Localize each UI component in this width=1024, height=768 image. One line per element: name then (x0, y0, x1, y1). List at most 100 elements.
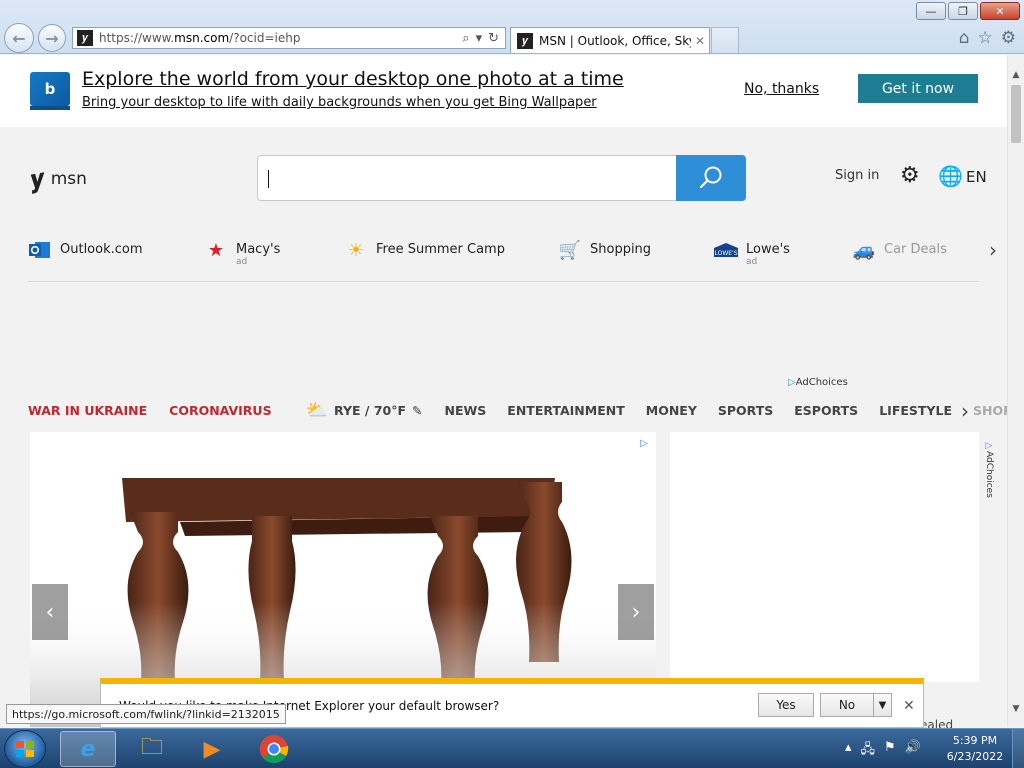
windows-logo-icon (16, 741, 34, 757)
promo-title-link[interactable]: Explore the world from your desktop one … (82, 68, 624, 90)
search-input[interactable] (257, 155, 677, 201)
msn-logo[interactable]: 𝒚 msn (28, 164, 87, 194)
edit-pencil-icon[interactable]: ✎ (412, 403, 422, 418)
carousel-prev-button[interactable]: ‹ (32, 584, 68, 640)
no-thanks-link[interactable]: No, thanks (744, 81, 819, 97)
refresh-icon[interactable]: ↻ (488, 31, 499, 46)
new-tab-button[interactable] (711, 27, 739, 53)
weather-text: RYE / 70°F (334, 402, 407, 418)
address-text[interactable]: https://www.msn.com/?ocid=iehp (99, 31, 462, 45)
quicklink-lowes[interactable]: LOWE'S Lowe's ad (714, 238, 790, 267)
forward-arrow-icon: → (45, 28, 59, 48)
nav-news[interactable]: NEWS (445, 403, 487, 418)
taskbar-media-player[interactable]: ▶ (184, 731, 240, 767)
quicklinks-bar: Outlook.com ★ Macy's ad ☀ Free Summer Cam… (28, 238, 997, 282)
globe-icon[interactable]: 🌐 (938, 164, 963, 188)
nav-entertainment[interactable]: ENTERTAINMENT (507, 403, 624, 418)
forward-button[interactable]: → (38, 24, 66, 52)
back-button[interactable]: ← (4, 23, 34, 53)
nav-lifestyle[interactable]: LIFESTYLE (879, 403, 952, 418)
shopping-cart-icon: 🛒 (558, 239, 582, 261)
quicklink-shopping[interactable]: 🛒 Shopping (558, 238, 651, 262)
browser-chrome: — ❐ ✕ ← → 𝒚 https://www.msn.com/?ocid=ie… (0, 0, 1024, 54)
window-controls: — ❐ ✕ (916, 2, 1020, 20)
network-icon[interactable]: 🖧 (861, 740, 876, 762)
quicklink-outlook[interactable]: Outlook.com (28, 238, 143, 262)
adchoices-icon[interactable]: ▷ (640, 438, 648, 449)
settings-gear-icon[interactable]: ⚙ (1001, 28, 1016, 48)
address-tools: ⌕ ▾ ↻ (462, 31, 505, 46)
msn-header: 𝒚 msn Sign in ⚙ 🌐 EN (0, 155, 1007, 205)
media-player-icon: ▶ (203, 736, 221, 762)
yes-button[interactable]: Yes (758, 693, 814, 717)
search-icon[interactable]: ⌕ (462, 31, 469, 46)
adchoices-side-link[interactable]: ▷AdChoices (982, 441, 994, 498)
address-prefix: https://www. (99, 31, 175, 45)
volume-icon[interactable]: 🔊 (905, 740, 921, 762)
ad-label: ad (746, 257, 758, 267)
get-it-now-button[interactable]: Get it now (858, 74, 978, 103)
internet-explorer-icon: e (80, 736, 96, 762)
nav-coronavirus[interactable]: CORONAVIRUS (169, 403, 271, 418)
promo-subtitle-link[interactable]: Bring your desktop to life with daily ba… (82, 95, 597, 110)
nav-war-in-ukraine[interactable]: WAR IN UKRAINE (28, 403, 147, 418)
msn-logo-text: msn (50, 169, 87, 189)
sign-in-link[interactable]: Sign in (835, 168, 879, 183)
nav-sports[interactable]: SPORTS (718, 403, 773, 418)
address-bar[interactable]: 𝒚 https://www.msn.com/?ocid=iehp ⌕ ▾ ↻ (72, 27, 506, 49)
taskbar-internet-explorer[interactable]: e (60, 731, 116, 767)
carousel-next-button[interactable]: › (618, 584, 654, 640)
quicklink-summer-camp[interactable]: ☀ Free Summer Camp (344, 238, 505, 262)
adchoices-label: AdChoices (795, 377, 848, 388)
taskbar-clock[interactable]: 5:39 PM 6/23/2022 (940, 733, 1010, 765)
lowes-icon: LOWE'S (714, 238, 738, 262)
category-nav: WAR IN UKRAINE CORONAVIRUS ⛅ RYE / 70°F … (28, 399, 1007, 421)
scroll-thumb[interactable] (1011, 85, 1021, 143)
action-center-flag-icon[interactable]: ⚑ (884, 740, 896, 762)
chevron-right-icon[interactable]: › (961, 399, 969, 423)
nav-esports[interactable]: ESPORTS (794, 403, 858, 418)
folder-icon: 🗀 (140, 735, 163, 760)
browser-tab[interactable]: 𝒚 MSN | Outlook, Office, Sky... ✕ (510, 27, 710, 53)
close-window-button[interactable]: ✕ (980, 2, 1020, 20)
no-split-button[interactable]: No ▼ (820, 693, 892, 717)
nav-shopping[interactable]: SHOPPING (973, 403, 1007, 418)
dropdown-arrow-icon[interactable]: ▼ (873, 694, 891, 716)
vertical-scrollbar[interactable]: ▲ ▼ (1007, 55, 1024, 727)
adchoices-icon: ▷ (984, 441, 994, 451)
start-button[interactable] (4, 730, 46, 768)
quicklink-label: Lowe's (746, 242, 790, 257)
quicklink-macys[interactable]: ★ Macy's ad (204, 238, 280, 267)
language-selector[interactable]: EN (966, 168, 987, 186)
scroll-up-icon[interactable]: ▲ (1008, 67, 1024, 83)
close-icon[interactable]: ✕ (903, 698, 915, 714)
partly-cloudy-icon: ⛅ (305, 399, 329, 421)
quicklink-car-deals[interactable]: 🚙 Car Deals (852, 238, 947, 262)
sidebar-ad[interactable] (670, 432, 979, 682)
settings-gear-icon[interactable]: ⚙ (900, 163, 920, 188)
no-button-label[interactable]: No (821, 694, 873, 716)
favorites-star-icon[interactable]: ☆ (978, 28, 993, 48)
minimize-button[interactable]: — (916, 2, 946, 20)
adchoices-link[interactable]: ▷AdChoices (788, 377, 848, 388)
quicklink-label: Shopping (590, 242, 652, 257)
taskbar-file-explorer[interactable]: 🗀 (124, 731, 180, 767)
dropdown-icon[interactable]: ▾ (476, 31, 483, 46)
taskbar-chrome[interactable] (246, 731, 302, 767)
restore-button[interactable]: ❐ (948, 2, 978, 20)
svg-text:LOWE'S: LOWE'S (714, 250, 737, 257)
tab-close-icon[interactable]: ✕ (691, 34, 709, 48)
show-desktop-button[interactable] (1012, 729, 1024, 768)
sun-icon: ☀ (347, 239, 365, 261)
show-hidden-icons-icon[interactable]: ▴ (845, 740, 852, 762)
nav-money[interactable]: MONEY (646, 403, 697, 418)
weather-widget[interactable]: ⛅ RYE / 70°F ✎ (306, 400, 423, 421)
msn-favicon-icon: 𝒚 (77, 30, 93, 46)
quicklink-label: Car Deals (884, 242, 947, 257)
tab-title: MSN | Outlook, Office, Sky... (539, 33, 691, 48)
quicklink-label-wrap: Macy's ad (236, 242, 280, 267)
home-icon[interactable]: ⌂ (959, 28, 970, 48)
chevron-right-icon[interactable]: › (989, 238, 997, 262)
scroll-down-icon[interactable]: ▼ (1008, 701, 1024, 717)
search-button[interactable] (676, 155, 746, 201)
